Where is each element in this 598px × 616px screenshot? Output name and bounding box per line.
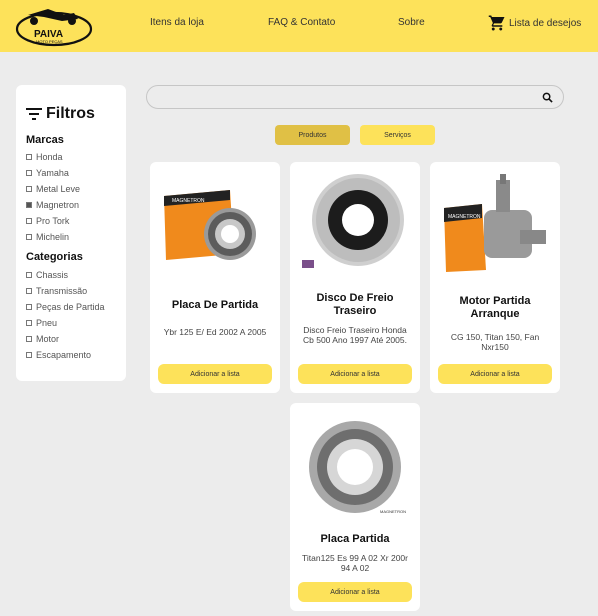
filter-option-label: Peças de Partida xyxy=(36,302,105,312)
search-input[interactable] xyxy=(157,90,537,104)
filter-option-label: Metal Leve xyxy=(36,184,81,194)
product-description: Disco Freio Traseiro Honda Cb 500 Ano 19… xyxy=(303,325,407,345)
filter-option-michelin[interactable]: Michelin xyxy=(26,232,69,242)
filter-option-label: Michelin xyxy=(36,232,70,242)
group-title-marcas: Marcas xyxy=(26,134,64,146)
checkbox[interactable] xyxy=(26,186,32,192)
add-to-list-button[interactable]: Adicionar a lista xyxy=(298,582,412,602)
filter-option-label: Pneu xyxy=(36,318,58,328)
filters-header: Filtros xyxy=(26,105,95,123)
svg-text:MAGNETRON: MAGNETRON xyxy=(380,509,406,514)
nav-itens-da-loja[interactable]: Itens da loja xyxy=(150,17,204,28)
nav-sobre[interactable]: Sobre xyxy=(398,17,425,28)
product-title: Motor Partida Arranque xyxy=(459,295,531,320)
add-to-list-button[interactable]: Adicionar a lista xyxy=(438,364,552,384)
product-description: Ybr 125 E/ Ed 2002 A 2005 xyxy=(163,327,267,337)
checkbox[interactable] xyxy=(26,352,32,358)
filter-option-chassis[interactable]: Chassis xyxy=(26,270,68,280)
filter-option-transmissao[interactable]: Transmissão xyxy=(26,286,87,296)
checkbox-checked[interactable] xyxy=(26,202,32,208)
filter-option-label: Honda xyxy=(36,152,63,162)
checkbox[interactable] xyxy=(26,234,32,240)
top-bar: PAIVA MOTO PEÇAS Itens da loja FAQ & Con… xyxy=(0,0,598,52)
motorcycle-logo-icon: PAIVA MOTO PEÇAS xyxy=(15,9,93,47)
filter-option-label: Transmissão xyxy=(36,286,88,296)
filter-option-label: Pro Tork xyxy=(36,216,70,226)
wishlist-link[interactable]: Lista de desejos xyxy=(488,14,581,32)
filter-option-label: Yamaha xyxy=(36,168,69,178)
filter-option-magnetron[interactable]: Magnetron xyxy=(26,200,79,210)
filter-icon xyxy=(26,108,42,120)
checkbox[interactable] xyxy=(26,288,32,294)
add-to-list-button[interactable]: Adicionar a lista xyxy=(298,364,412,384)
product-title: Disco De Freio Traseiro xyxy=(316,292,394,317)
filter-option-label: Magnetron xyxy=(36,200,80,210)
filter-option-label: Chassis xyxy=(36,270,69,280)
checkbox[interactable] xyxy=(26,170,32,176)
product-card: Disco De Freio Traseiro Disco Freio Tras… xyxy=(290,162,420,393)
checkbox[interactable] xyxy=(26,218,32,224)
group-title-categorias: Categorias xyxy=(26,251,83,263)
starter-motor-image: MAGNETRON xyxy=(444,174,546,272)
checkbox[interactable] xyxy=(26,320,32,326)
product-card: MAGNETRON Placa De Partida Ybr 125 E/ Ed… xyxy=(150,162,280,393)
nav-faq-contato[interactable]: FAQ & Contato xyxy=(268,17,335,28)
filter-option-metal-leve[interactable]: Metal Leve xyxy=(26,184,80,194)
checkbox[interactable] xyxy=(26,272,32,278)
filter-option-honda[interactable]: Honda xyxy=(26,152,63,162)
checkbox[interactable] xyxy=(26,336,32,342)
tab-produtos[interactable]: Produtos xyxy=(275,125,350,145)
filter-option-yamaha[interactable]: Yamaha xyxy=(26,168,69,178)
add-to-list-button[interactable]: Adicionar a lista xyxy=(158,364,272,384)
starter-clutch-box-image: MAGNETRON xyxy=(164,190,256,260)
product-title: Placa Partida xyxy=(320,533,390,545)
cart-icon xyxy=(488,15,505,31)
product-description: Titan125 Es 99 A 02 Xr 200r 94 A 02 xyxy=(301,553,408,573)
checkbox[interactable] xyxy=(26,154,32,160)
svg-text:MOTO PEÇAS: MOTO PEÇAS xyxy=(36,39,63,44)
brake-disc-image xyxy=(302,174,404,268)
filter-option-escapamento[interactable]: Escapamento xyxy=(26,350,91,360)
logo[interactable]: PAIVA MOTO PEÇAS xyxy=(14,5,94,47)
filter-option-pneu[interactable]: Pneu xyxy=(26,318,57,328)
filter-option-pecas-de-partida[interactable]: Peças de Partida xyxy=(26,302,105,312)
wishlist-label: Lista de desejos xyxy=(509,17,582,29)
search-icon[interactable] xyxy=(542,92,553,103)
filter-option-label: Escapamento xyxy=(36,350,92,360)
product-description: CG 150, Titan 150, Fan Nxr150 xyxy=(450,332,540,352)
tab-servicos[interactable]: Serviços xyxy=(360,125,435,145)
product-card: MAGNETRON Motor Partida Arranque CG 150,… xyxy=(430,162,560,393)
checkbox[interactable] xyxy=(26,304,32,310)
search-bar xyxy=(146,85,564,109)
filters-panel: Filtros Marcas Honda Yamaha Metal Leve M… xyxy=(16,85,126,381)
filter-option-motor[interactable]: Motor xyxy=(26,334,59,344)
filters-title: Filtros xyxy=(46,105,95,122)
filter-option-pro-tork[interactable]: Pro Tork xyxy=(26,216,69,226)
svg-text:MAGNETRON: MAGNETRON xyxy=(448,214,481,220)
starter-clutch-image: MAGNETRON xyxy=(309,421,406,514)
product-card: MAGNETRON Placa Partida Titan125 Es 99 A… xyxy=(290,403,420,611)
filter-option-label: Motor xyxy=(36,334,60,344)
svg-text:MAGNETRON: MAGNETRON xyxy=(172,198,205,204)
product-title: Placa De Partida xyxy=(171,299,259,311)
